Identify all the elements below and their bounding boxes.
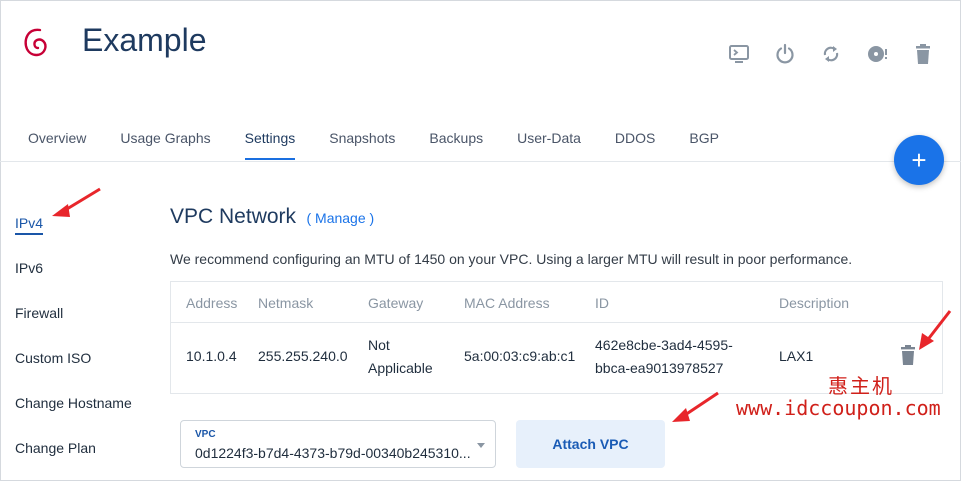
- sidebar-item-ipv4[interactable]: IPv4: [15, 214, 132, 259]
- annotation-arrow-icon: [52, 187, 101, 217]
- cell-gateway-line1: Not: [368, 337, 390, 353]
- dropdown-arrow-icon: [477, 443, 485, 448]
- debian-logo-icon: [24, 28, 47, 57]
- tab-backups[interactable]: Backups: [415, 120, 497, 160]
- sidebar-item-custom-iso[interactable]: Custom ISO: [15, 349, 132, 394]
- trash-icon[interactable]: [909, 40, 937, 68]
- vpc-select[interactable]: VPC 0d1224f3-b7d4-4373-b79d-00340b245310…: [180, 420, 496, 468]
- section-title: VPC Network: [170, 205, 297, 228]
- table-header: Address Netmask Gateway MAC Address ID D…: [171, 282, 942, 323]
- column-header-gateway: Gateway: [368, 295, 424, 311]
- cell-id-line1: 462e8cbe-3ad4-4595-: [595, 337, 733, 353]
- cell-mac: 5a:00:03:c9:ab:c1: [464, 348, 576, 364]
- cell-id-line2: bbca-ea9013978527: [595, 360, 724, 376]
- column-header-netmask: Netmask: [258, 295, 314, 311]
- mtu-advice-text: We recommend configuring an MTU of 1450 …: [170, 251, 853, 267]
- server-toolbar: [725, 40, 937, 68]
- column-header-id: ID: [595, 295, 609, 311]
- sidebar-item-label: IPv4: [15, 215, 44, 235]
- watermark-title: 惠主机: [828, 374, 894, 398]
- vpc-select-label: VPC: [195, 429, 216, 440]
- cell-gateway-line2: Applicable: [368, 360, 433, 376]
- column-header-address: Address: [186, 295, 238, 311]
- tab-usage-graphs[interactable]: Usage Graphs: [106, 120, 224, 160]
- annotation-arrow-icon: [919, 310, 952, 350]
- plus-icon: +: [911, 145, 927, 175]
- column-header-mac-address: MAC Address: [464, 295, 550, 311]
- tab-bar: Overview Usage Graphs Settings Snapshots…: [14, 120, 739, 160]
- settings-sidebar: IPv4 IPv6 Firewall Custom ISO Change Hos…: [15, 214, 132, 481]
- tab-user-data[interactable]: User-Data: [503, 120, 595, 160]
- sidebar-item-ipv6[interactable]: IPv6: [15, 259, 132, 304]
- tab-snapshots[interactable]: Snapshots: [315, 120, 409, 160]
- tab-overview[interactable]: Overview: [14, 120, 100, 160]
- tab-bgp[interactable]: BGP: [675, 120, 733, 160]
- attach-vpc-button[interactable]: Attach VPC: [516, 420, 665, 468]
- vpc-select-value: 0d1224f3-b7d4-4373-b79d-00340b245310...: [195, 445, 471, 461]
- annotation-arrow-icon: [672, 391, 719, 422]
- tab-settings[interactable]: Settings: [231, 120, 310, 160]
- tab-ddos[interactable]: DDOS: [601, 120, 669, 160]
- restart-icon[interactable]: [817, 40, 845, 68]
- add-button[interactable]: +: [894, 135, 944, 185]
- watermark-url: www.idccoupon.com: [736, 396, 941, 420]
- vpc-section: VPC Network ( Manage ) We recommend conf…: [170, 205, 943, 394]
- sidebar-item-firewall[interactable]: Firewall: [15, 304, 132, 349]
- iso-icon[interactable]: [863, 40, 891, 68]
- cell-netmask: 255.255.240.0: [258, 348, 348, 364]
- sidebar-item-change-hostname[interactable]: Change Hostname: [15, 394, 132, 439]
- sidebar-item-change-plan[interactable]: Change Plan: [15, 439, 132, 481]
- cell-description: LAX1: [779, 348, 814, 364]
- cell-address: 10.1.0.4: [186, 348, 237, 364]
- manage-link[interactable]: ( Manage ): [306, 210, 374, 226]
- page-title: Example: [82, 22, 207, 58]
- section-header: VPC Network ( Manage ): [170, 205, 940, 229]
- power-icon[interactable]: [771, 40, 799, 68]
- column-header-description: Description: [779, 295, 850, 311]
- tab-divider: [0, 161, 961, 162]
- console-icon[interactable]: [725, 40, 753, 68]
